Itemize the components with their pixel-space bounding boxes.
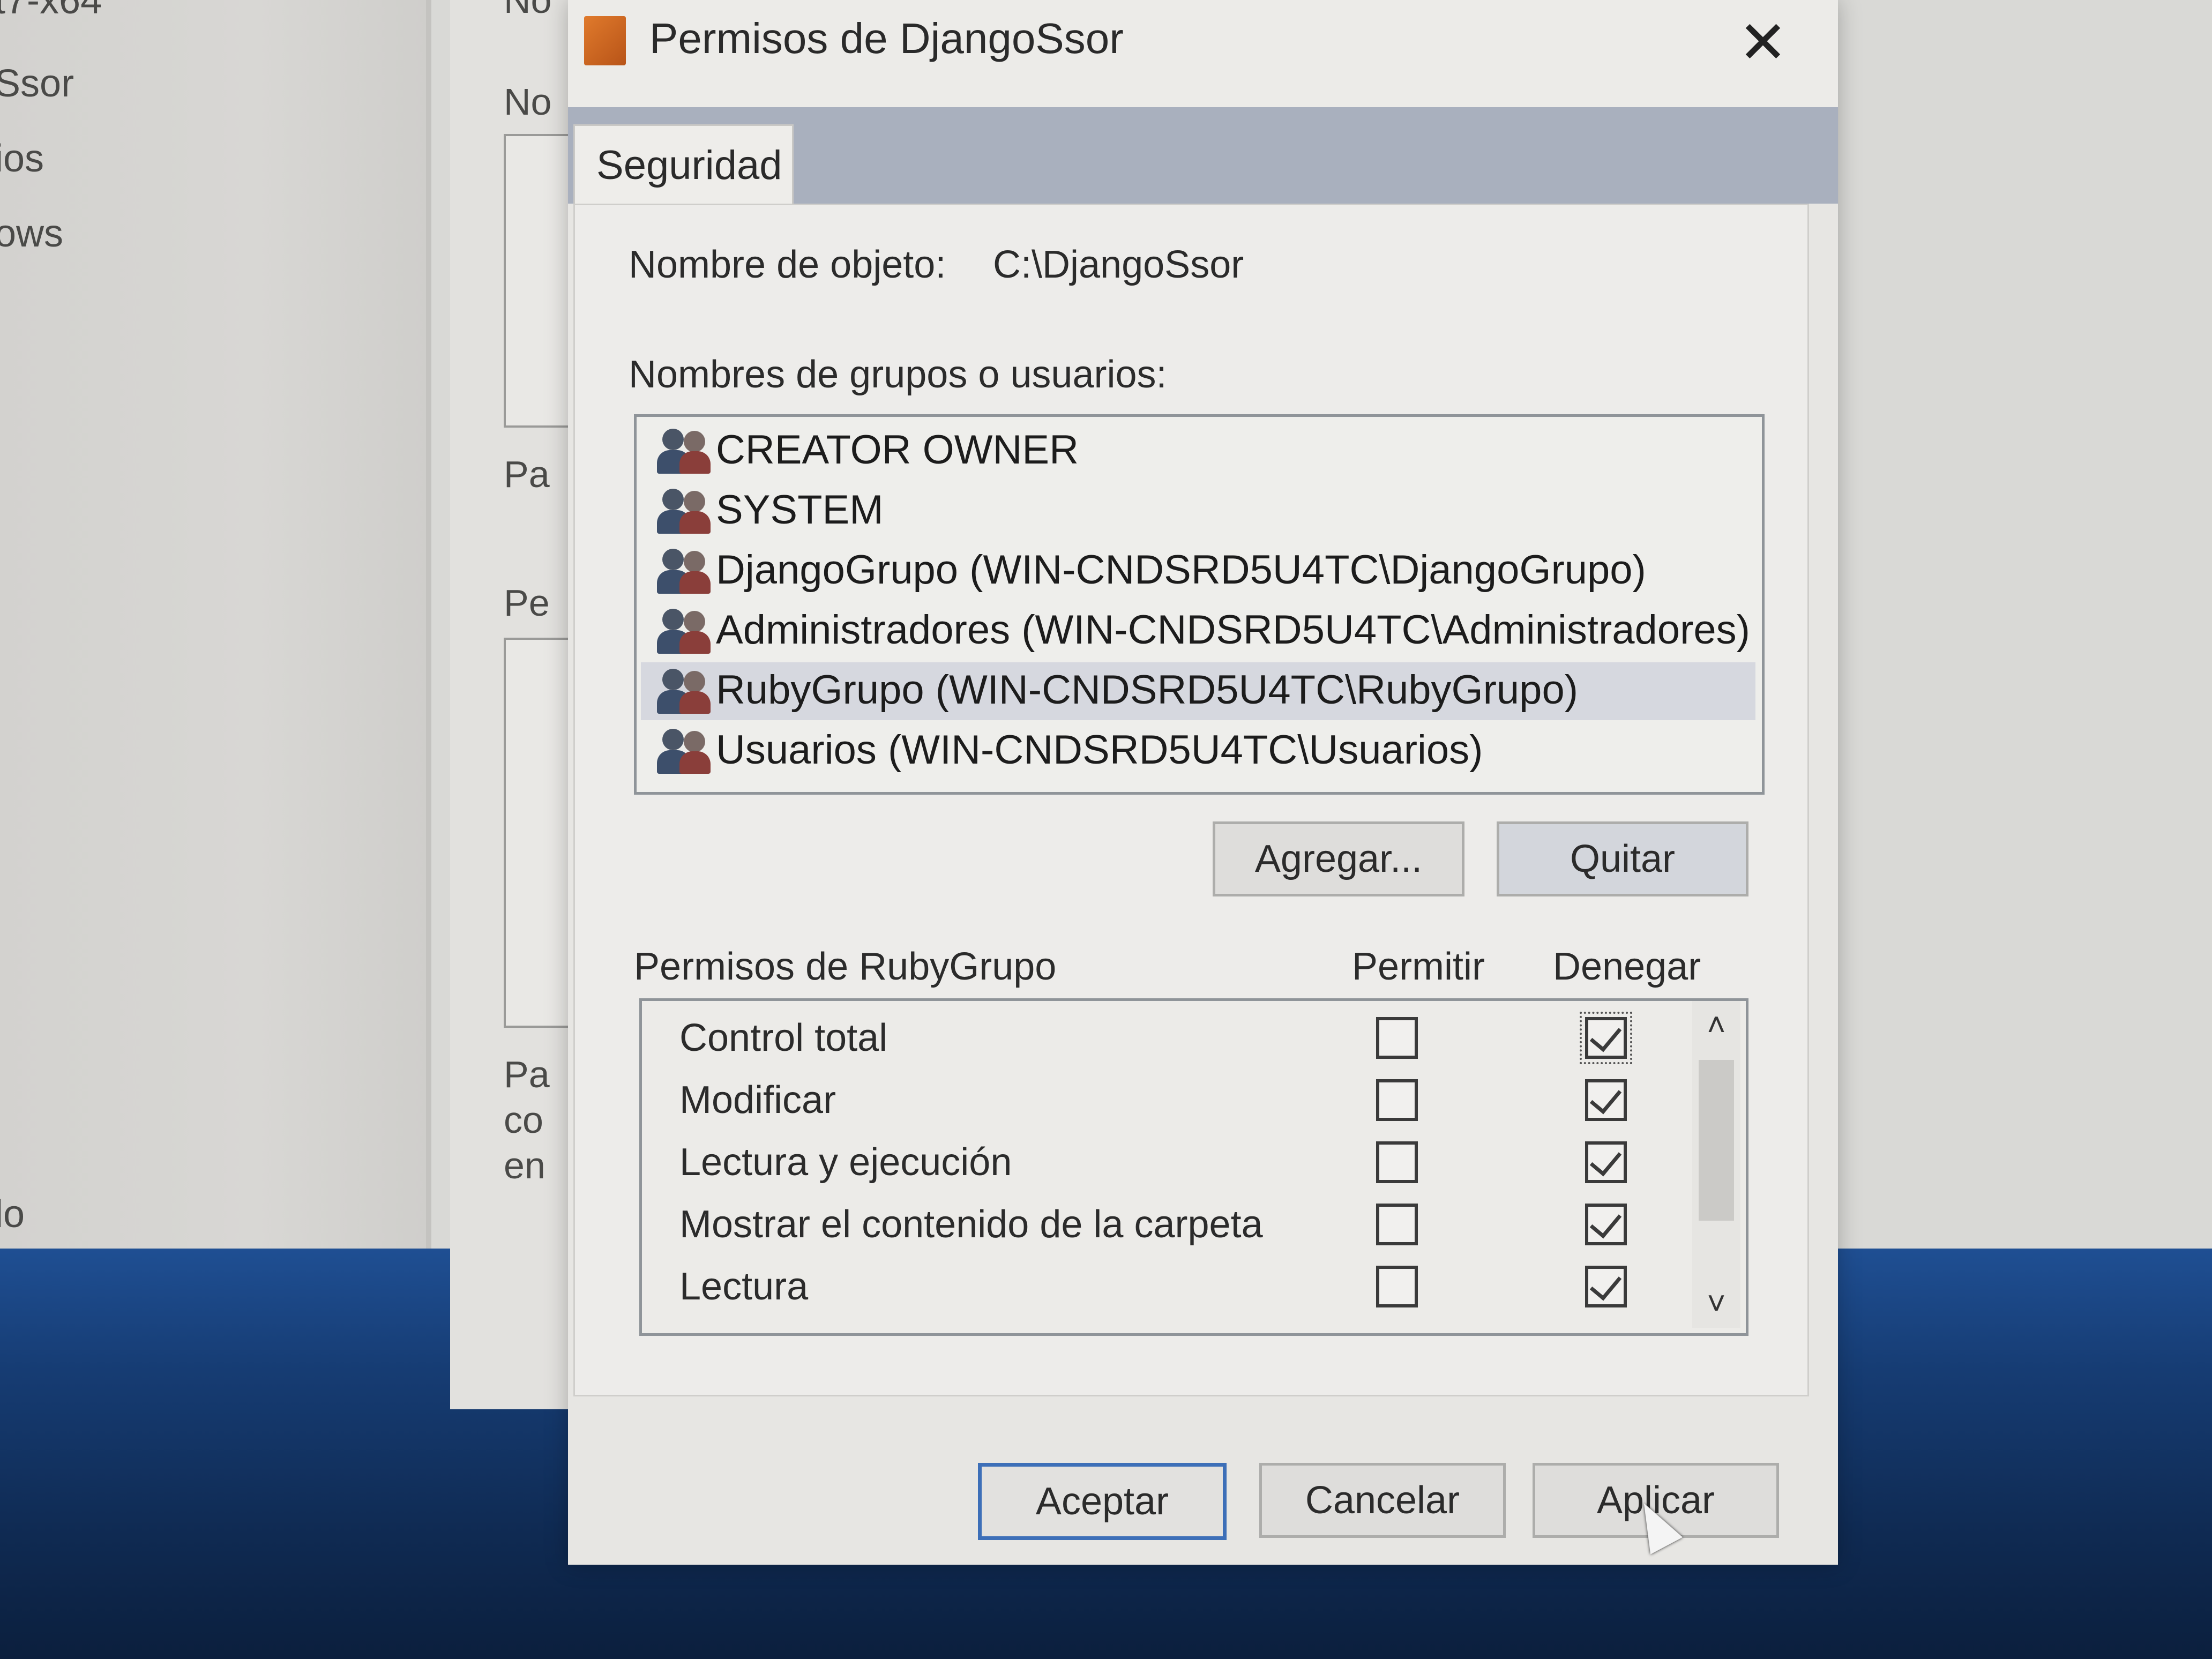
permissions-dialog: Permisos de DjangoSsor ✕ Seguridad Nombr… — [568, 0, 1838, 1565]
scroll-thumb[interactable] — [1699, 1060, 1734, 1221]
users-icon — [657, 609, 711, 654]
users-listbox[interactable]: CREATOR OWNER SYSTEM DjangoGrupo (WIN-CN… — [634, 414, 1765, 795]
deny-checkbox[interactable] — [1585, 1141, 1627, 1183]
background-text: No — [504, 0, 552, 21]
users-icon — [657, 549, 711, 594]
groups-label: Nombres de grupos o usuarios: — [629, 353, 1167, 396]
permissions-label: Permisos de RubyGrupo — [634, 945, 1057, 988]
user-name: Administradores (WIN-CNDSRD5U4TC\Adminis… — [716, 607, 1750, 653]
deny-checkbox[interactable] — [1585, 1204, 1627, 1245]
users-icon — [657, 429, 711, 474]
tab-security[interactable]: Seguridad — [573, 124, 794, 212]
background-text: Pe — [504, 582, 550, 624]
user-name: RubyGrupo (WIN-CNDSRD5U4TC\RubyGrupo) — [716, 667, 1579, 713]
list-item[interactable]: Administradores (WIN-CNDSRD5U4TC\Adminis… — [641, 602, 1755, 660]
list-item[interactable]: DjangoGrupo (WIN-CNDSRD5U4TC\DjangoGrupo… — [641, 542, 1755, 600]
permissions-list: Control total Modificar Lectura y ejecuc… — [639, 998, 1748, 1336]
title-bar[interactable]: Permisos de DjangoSsor ✕ — [568, 0, 1838, 107]
permission-name: Mostrar el contenido de la carpeta — [679, 1203, 1263, 1246]
permissions-scrollbar[interactable]: ˄ ˅ — [1692, 1001, 1740, 1328]
permission-row: Control total — [642, 1006, 1682, 1068]
check-icon — [1589, 1267, 1622, 1301]
list-item[interactable]: Usuarios (WIN-CNDSRD5U4TC\Usuarios) — [641, 722, 1755, 780]
user-name: Usuarios (WIN-CNDSRD5U4TC\Usuarios) — [716, 727, 1483, 773]
user-name: SYSTEM — [716, 487, 884, 533]
background-text: en — [504, 1145, 545, 1186]
users-icon — [657, 729, 711, 774]
deny-checkbox[interactable] — [1580, 1012, 1632, 1064]
user-name: CREATOR OWNER — [716, 427, 1079, 473]
background-text: t7-x64 — [0, 0, 102, 22]
object-name-label: Nombre de objeto: — [629, 243, 946, 286]
allow-column-header: Permitir — [1352, 945, 1485, 988]
background-text: ows — [0, 212, 64, 255]
users-icon — [657, 669, 711, 714]
list-item[interactable]: CREATOR OWNER — [641, 422, 1755, 480]
user-name: DjangoGrupo (WIN-CNDSRD5U4TC\DjangoGrupo… — [716, 547, 1646, 593]
background-text: Ssor — [0, 62, 74, 105]
dialog-title: Permisos de DjangoSsor — [649, 14, 1124, 62]
background-text: No — [504, 81, 552, 123]
background-text: lo — [0, 1193, 25, 1236]
permission-row: Lectura — [642, 1255, 1682, 1317]
permission-name: Lectura y ejecución — [679, 1141, 1012, 1184]
users-icon — [657, 489, 711, 534]
permission-row: Mostrar el contenido de la carpeta — [642, 1193, 1682, 1255]
allow-checkbox[interactable] — [1376, 1266, 1418, 1307]
permission-row: Lectura y ejecución — [642, 1131, 1682, 1193]
background-text: co — [504, 1099, 543, 1141]
list-item-selected[interactable]: RubyGrupo (WIN-CNDSRD5U4TC\RubyGrupo) — [641, 662, 1755, 720]
check-icon — [1589, 1143, 1622, 1177]
object-name-value: C:\DjangoSsor — [993, 243, 1244, 286]
security-panel: Nombre de objeto: C:\DjangoSsor Nombres … — [573, 204, 1809, 1396]
deny-checkbox[interactable] — [1585, 1079, 1627, 1121]
allow-checkbox[interactable] — [1376, 1141, 1418, 1183]
background-text: Pa — [504, 453, 550, 495]
deny-column-header: Denegar — [1553, 945, 1701, 988]
add-button[interactable]: Agregar... — [1213, 821, 1464, 896]
permission-name: Modificar — [679, 1079, 836, 1122]
tab-label: Seguridad — [596, 143, 782, 188]
chevron-up-icon[interactable]: ˄ — [1692, 1001, 1740, 1049]
chevron-down-icon[interactable]: ˅ — [1692, 1280, 1740, 1328]
check-icon — [1589, 1019, 1622, 1052]
list-item[interactable]: SYSTEM — [641, 482, 1755, 540]
deny-checkbox[interactable] — [1585, 1266, 1627, 1307]
remove-button[interactable]: Quitar — [1497, 821, 1748, 896]
check-icon — [1589, 1081, 1622, 1115]
ok-button[interactable]: Aceptar — [978, 1463, 1227, 1540]
permission-name: Lectura — [679, 1265, 809, 1308]
background-text: ios — [0, 137, 44, 180]
allow-checkbox[interactable] — [1376, 1204, 1418, 1245]
close-icon[interactable]: ✕ — [1731, 11, 1795, 75]
permission-row: Modificar — [642, 1068, 1682, 1131]
background-text: Pa — [504, 1053, 550, 1095]
background-divider — [426, 0, 431, 1254]
allow-checkbox[interactable] — [1376, 1079, 1418, 1121]
folder-icon — [584, 16, 626, 65]
permission-name: Control total — [679, 1017, 888, 1059]
allow-checkbox[interactable] — [1376, 1017, 1418, 1059]
background-explorer-pane: t7-x64 Ssor ios ows lo — [0, 0, 429, 1254]
check-icon — [1589, 1205, 1622, 1239]
cancel-button[interactable]: Cancelar — [1259, 1463, 1506, 1538]
